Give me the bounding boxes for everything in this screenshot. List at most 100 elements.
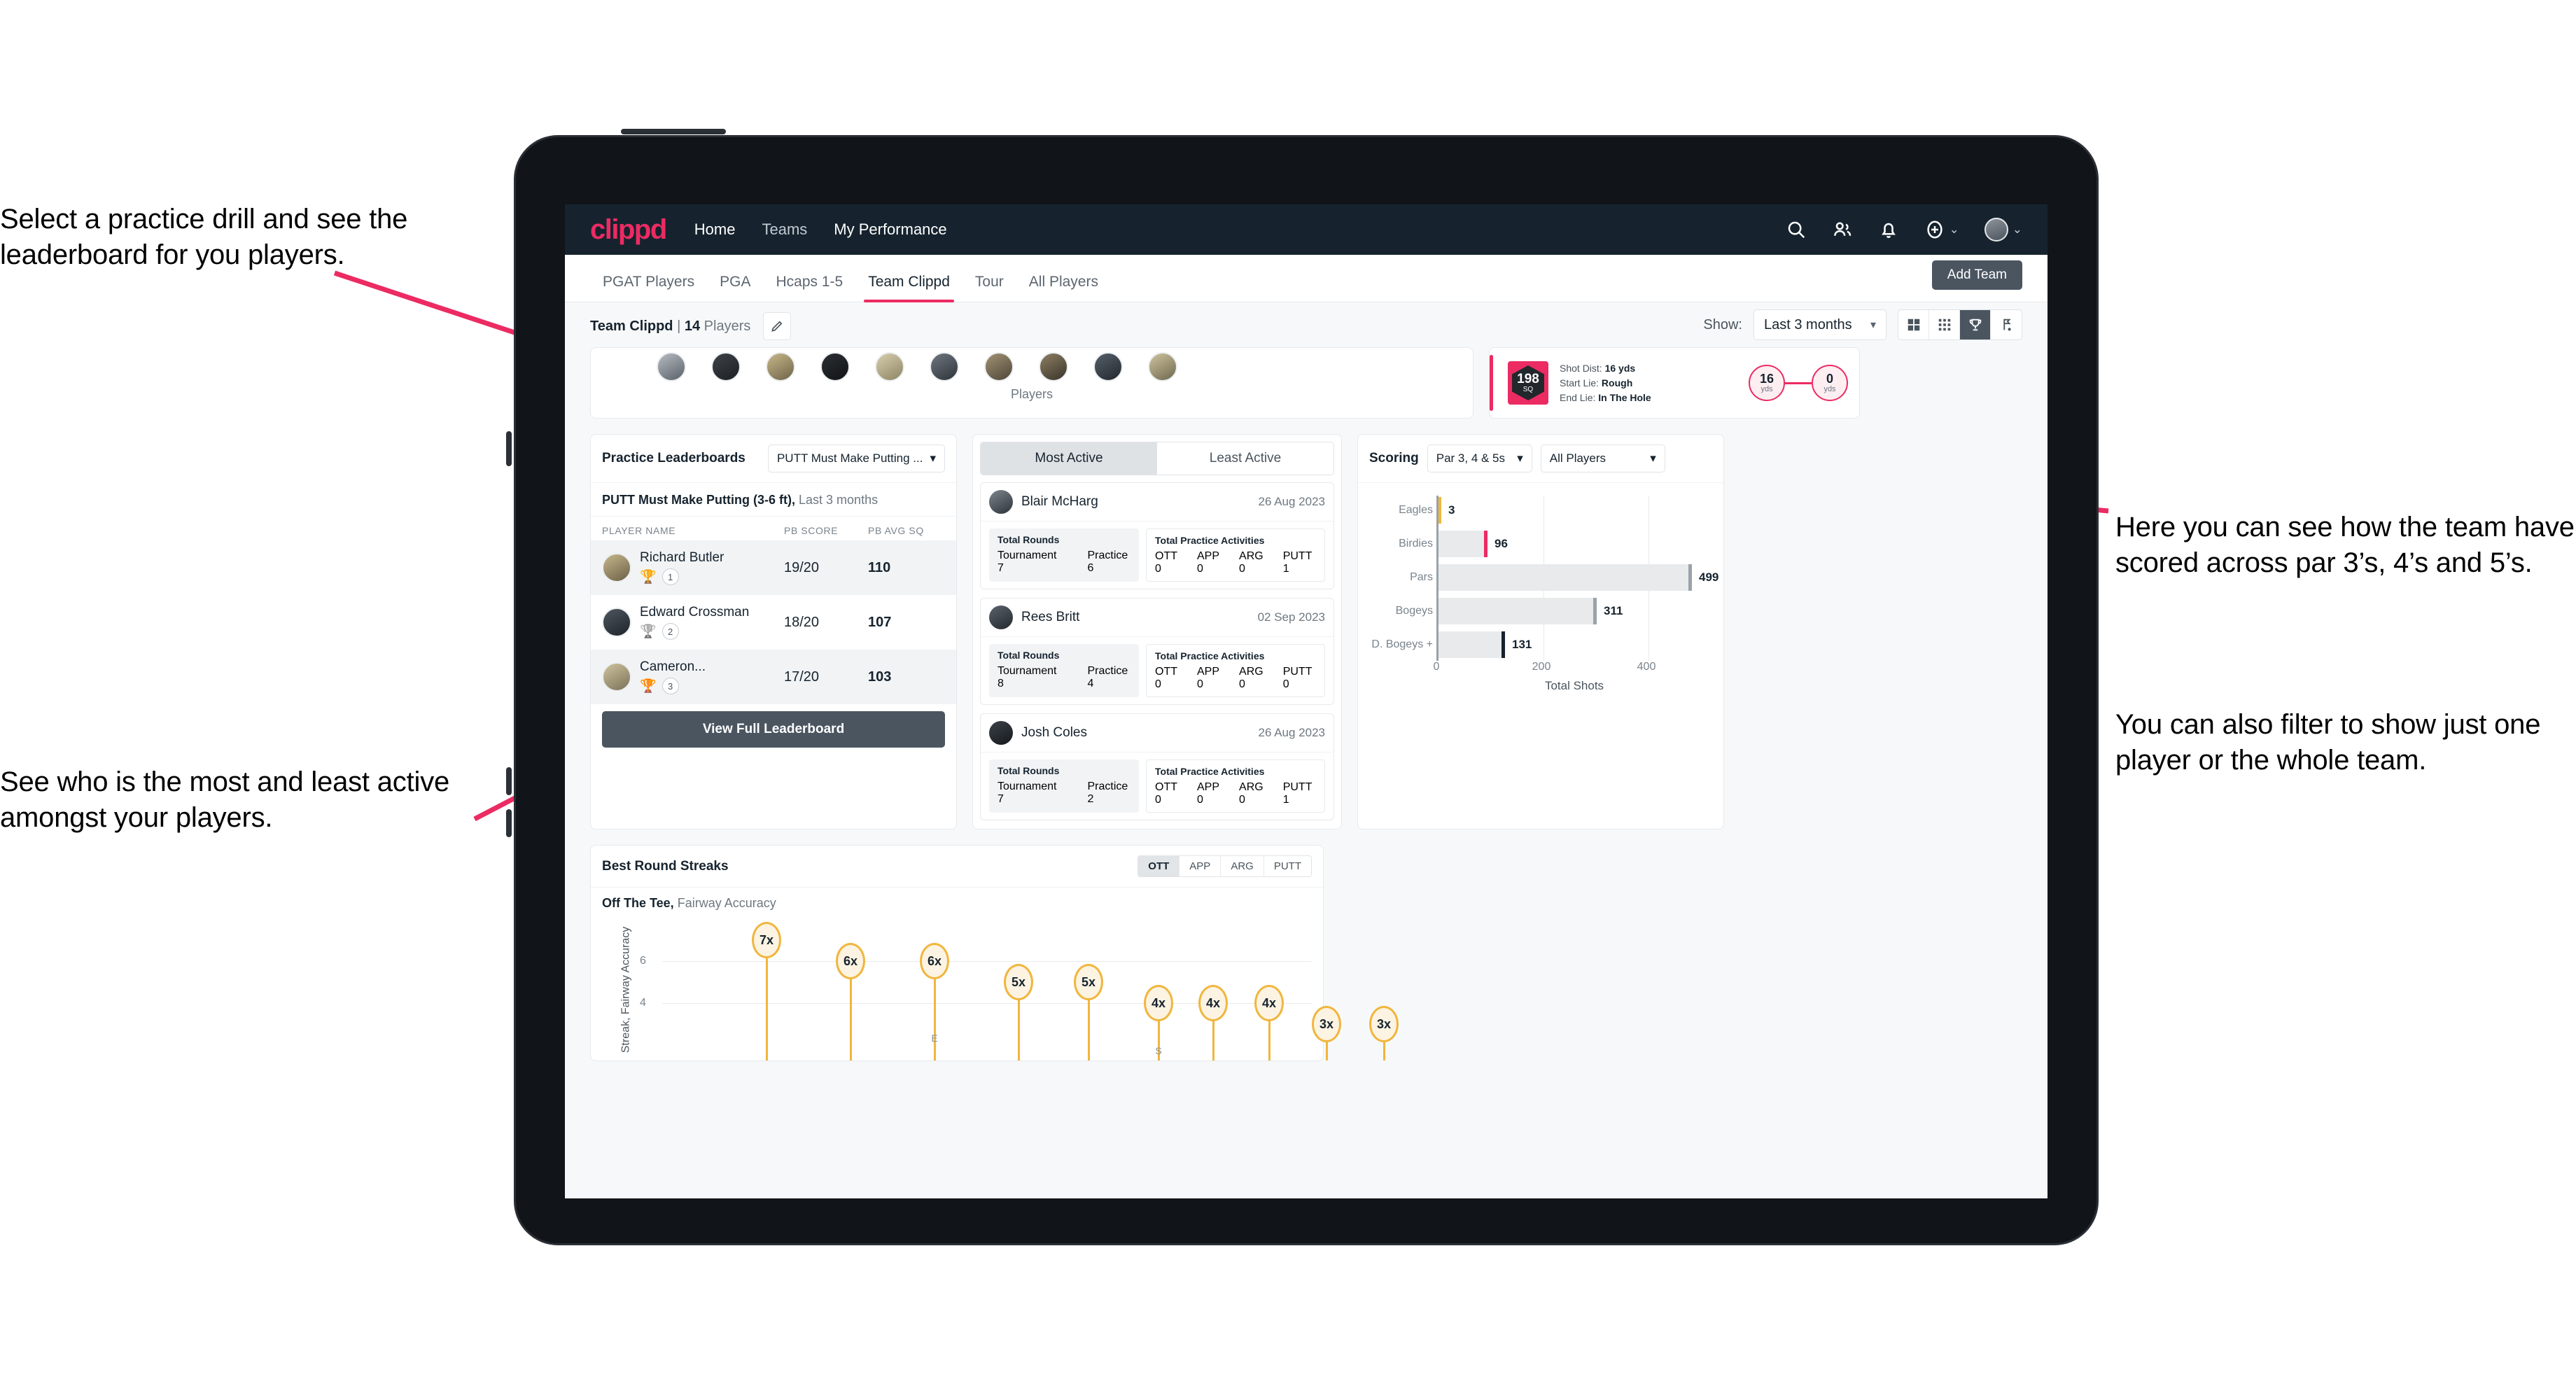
add-menu[interactable]: ⌄	[1924, 219, 1959, 240]
edit-team-button[interactable]	[763, 312, 792, 340]
tab-pgat-players[interactable]: PGAT Players	[590, 274, 707, 302]
toggle-arg[interactable]: ARG	[1221, 856, 1264, 876]
player-name: Rees Britt	[1021, 610, 1080, 624]
bar-value-dbogeys: 131	[1512, 638, 1532, 651]
toggle-ott[interactable]: OTT	[1138, 856, 1180, 876]
date-range-value: Last 3 months	[1764, 316, 1852, 332]
search-icon[interactable]	[1786, 219, 1807, 240]
power-button[interactable]	[621, 129, 726, 134]
streak-marker[interactable]: 6x	[836, 943, 865, 979]
avatar[interactable]	[1039, 352, 1068, 382]
rank-badge: 2	[662, 623, 679, 640]
streak-marker[interactable]: 6x	[920, 943, 949, 979]
streak-marker[interactable]: 3x	[1312, 1006, 1341, 1042]
grid-small-icon[interactable]	[1929, 310, 1960, 340]
avatar[interactable]	[766, 352, 795, 382]
clippd-logo[interactable]: clippd	[590, 214, 667, 246]
player-filter-select[interactable]: All Players ▾	[1540, 444, 1665, 472]
total-rounds-title: Total Rounds	[997, 765, 1060, 776]
avatar[interactable]	[1148, 352, 1177, 382]
bell-icon[interactable]	[1878, 219, 1899, 240]
practice-key-putt: PUTT	[1282, 550, 1312, 562]
grid-large-icon[interactable]	[1898, 310, 1929, 340]
show-label: Show:	[1703, 316, 1742, 332]
list-item[interactable]: Rees Britt 02 Sep 2023 Total Rounds Tour…	[980, 598, 1334, 705]
streak-marker[interactable]: 4x	[1144, 985, 1173, 1021]
chevron-down-icon[interactable]: ⌄	[1949, 223, 1959, 237]
avatar[interactable]	[875, 352, 904, 382]
tab-team-clippd[interactable]: Team Clippd	[855, 274, 962, 302]
avatar	[602, 608, 631, 637]
volume-up-button[interactable]	[506, 767, 512, 795]
shot-start-marker: 16 yds	[1749, 365, 1785, 401]
table-row[interactable]: Richard Butler 🏆 1 19/20 110	[591, 540, 956, 595]
total-practice-block: Total Practice Activities OTT 0 APP 0 ARG 0…	[1146, 644, 1325, 697]
tab-least-active[interactable]: Least Active	[1157, 442, 1334, 475]
practice-key-putt: PUTT	[1282, 666, 1312, 678]
bar-eagles	[1438, 497, 1441, 524]
tab-tour[interactable]: Tour	[962, 274, 1016, 302]
nav-home[interactable]: Home	[694, 220, 736, 239]
date-range-select[interactable]: Last 3 months ▾	[1754, 309, 1886, 340]
view-full-leaderboard-button[interactable]: View Full Leaderboard	[602, 711, 945, 748]
end-lie-value: In The Hole	[1598, 391, 1651, 403]
avatar[interactable]	[1093, 352, 1123, 382]
tab-most-active[interactable]: Most Active	[981, 442, 1157, 475]
list-item[interactable]: Blair McHarg 26 Aug 2023 Total Rounds To…	[980, 482, 1334, 589]
team-players-word: Players	[704, 318, 751, 334]
streak-marker[interactable]: 3x	[1369, 1006, 1399, 1042]
bar-bogeys	[1438, 598, 1597, 624]
screenshot-root: Select a practice drill and see the lead…	[0, 0, 2576, 1386]
avatar[interactable]	[984, 352, 1014, 382]
plus-circle-icon[interactable]	[1924, 219, 1945, 240]
list-item[interactable]: Josh Coles 26 Aug 2023 Total Rounds Tour…	[980, 713, 1334, 820]
tab-pga[interactable]: PGA	[707, 274, 763, 302]
trophy-icon[interactable]	[1960, 310, 1991, 340]
nav-my-performance[interactable]: My Performance	[834, 220, 946, 239]
activity-tabs: Most Active Least Active	[980, 442, 1334, 475]
avatar[interactable]	[711, 352, 741, 382]
streak-marker[interactable]: 5x	[1004, 964, 1033, 1000]
leaderboard-period: Last 3 months	[799, 493, 878, 507]
avatar[interactable]	[657, 352, 686, 382]
add-team-button[interactable]: Add Team	[1931, 260, 2022, 290]
player-name: Edward Crossman	[640, 605, 750, 620]
scoring-bar-chart: Eagles 3 Birdies 96 Pars 499 Bogeys 311 …	[1358, 483, 1723, 693]
shot-quality-badge: 198 SQ	[1508, 361, 1548, 405]
team-name: Team Clippd	[590, 318, 673, 334]
nav-teams[interactable]: Teams	[762, 220, 807, 239]
tab-hcaps-1-5[interactable]: Hcaps 1-5	[763, 274, 855, 302]
chevron-down-icon[interactable]: ⌄	[2012, 223, 2022, 237]
scoring-x-axis-title: Total Shots	[1544, 679, 1604, 692]
leaderboard-columns: PLAYER NAME PB SCORE PB AVG SQ	[591, 517, 956, 540]
toggle-putt[interactable]: PUTT	[1264, 856, 1311, 876]
shot-end-unit: yds	[1823, 385, 1836, 393]
profile-menu[interactable]: ⌄	[1984, 218, 2022, 241]
streak-marker[interactable]: 4x	[1198, 985, 1228, 1021]
avatar[interactable]	[820, 352, 850, 382]
avatar[interactable]	[1984, 218, 2008, 241]
volume-down-button[interactable]	[506, 809, 512, 837]
people-icon[interactable]	[1832, 219, 1853, 240]
tab-all-players[interactable]: All Players	[1016, 274, 1111, 302]
flag-icon[interactable]	[1991, 310, 2022, 340]
streak-marker[interactable]: 7x	[752, 922, 781, 958]
drill-select[interactable]: PUTT Must Make Putting ... ▾	[767, 444, 945, 472]
streak-marker[interactable]: 4x	[1254, 985, 1284, 1021]
x-tick: S	[1155, 1045, 1162, 1056]
total-rounds-block: Total Rounds Tournament 8 Practice 4	[989, 644, 1139, 697]
practice-value-putt: 1	[1282, 563, 1289, 575]
avatar[interactable]	[930, 352, 959, 382]
streak-marker[interactable]: 5x	[1074, 964, 1103, 1000]
toggle-app[interactable]: APP	[1180, 856, 1222, 876]
par-filter-select[interactable]: Par 3, 4 & 5s ▾	[1427, 444, 1532, 472]
table-row[interactable]: Cameron... 🏆 3 17/20 103	[591, 650, 956, 704]
pb-avg-sq: 110	[868, 559, 891, 575]
table-row[interactable]: Edward Crossman 🏆 2 18/20 107	[591, 595, 956, 650]
streaks-subtitle: Off The Tee, Fairway Accuracy	[591, 888, 1323, 911]
rounds-key-practice: Practice	[1087, 550, 1128, 561]
team-player-count: 14	[684, 318, 701, 334]
top-row: Players 198 SQ Shot Dist: 16 yds Start L…	[590, 347, 2022, 419]
player-name: Richard Butler	[640, 550, 724, 565]
leaderboard-subtitle: PUTT Must Make Putting (3-6 ft), Last 3 …	[591, 483, 956, 517]
